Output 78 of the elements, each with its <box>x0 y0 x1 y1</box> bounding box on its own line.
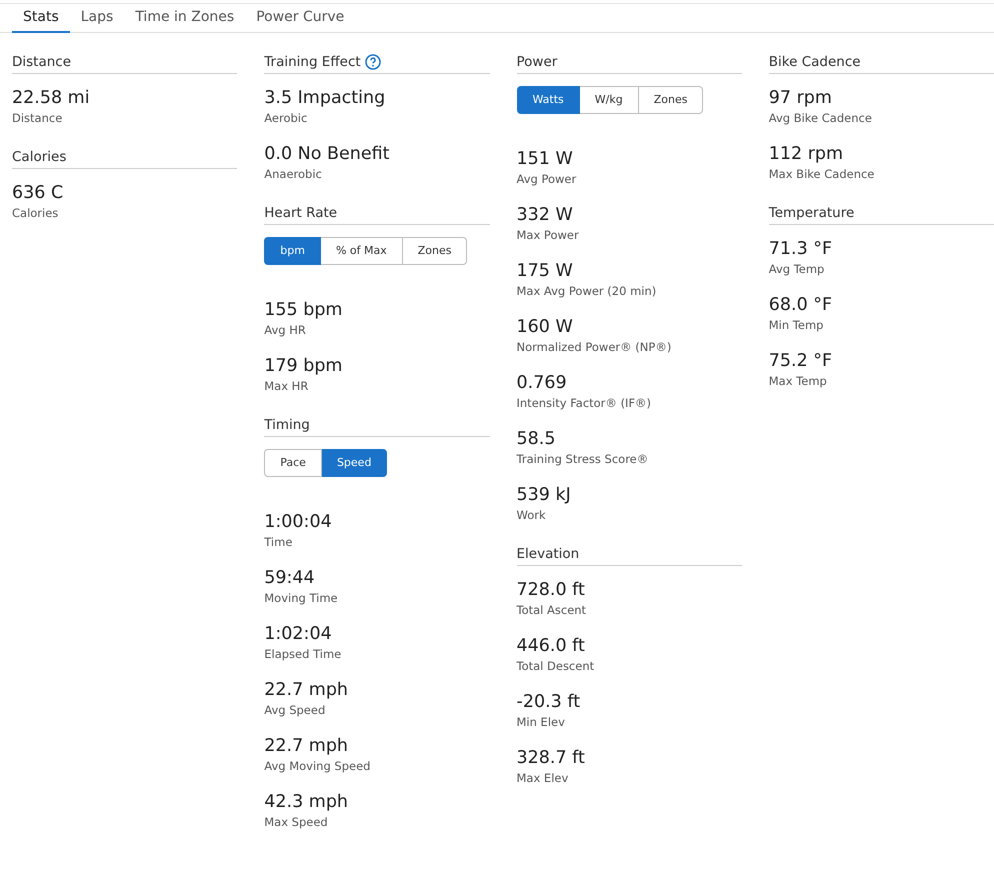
stat-value: 42.3 mph <box>264 791 348 814</box>
stat-label: Avg Temp <box>768 261 824 277</box>
stat-value: 97 rpm <box>768 87 832 110</box>
stat-label: Avg Speed <box>264 702 326 718</box>
stat-value: 179 bpm <box>264 355 342 378</box>
stat-label: Intensity Factor® (IF®) <box>516 395 652 411</box>
stat-value: 160 W <box>516 316 573 339</box>
stat-label: Avg Bike Cadence <box>768 110 872 126</box>
stat-label: Max Elev <box>516 770 568 786</box>
stat-label: Moving Time <box>264 590 338 606</box>
stat-label: Distance <box>12 110 62 126</box>
section-heading: Timing <box>264 416 310 434</box>
stat-value: 75.2 °F <box>768 350 832 373</box>
toggle-button[interactable]: bpm <box>264 237 321 265</box>
stat-label: Max Bike Cadence <box>768 166 874 182</box>
toggle-button[interactable]: Pace <box>264 449 322 477</box>
stat-label: Avg Moving Speed <box>264 758 370 774</box>
help-icon[interactable] <box>364 54 381 70</box>
tab[interactable]: Power Curve <box>245 4 356 33</box>
stat-label: Normalized Power® (NP®) <box>516 339 672 355</box>
stat-value: 71.3 °F <box>768 238 832 261</box>
stat-value: 59:44 <box>264 567 315 590</box>
section-heading: Training Effect <box>264 53 361 71</box>
stat-label: Elapsed Time <box>264 646 342 662</box>
stat-label: Total Ascent <box>516 602 586 618</box>
stat-value: 328.7 ft <box>516 747 585 770</box>
stat-label: Min Elev <box>516 714 565 730</box>
stat-value: 112 rpm <box>768 143 844 166</box>
stat-value: 3.5 Impacting <box>264 87 386 110</box>
stat-label: Max HR <box>264 378 308 394</box>
stat-value: 155 bpm <box>264 299 342 322</box>
stat-label: Avg HR <box>264 322 306 338</box>
stat-label: Max Speed <box>264 814 328 830</box>
stat-value: 446.0 ft <box>516 635 585 658</box>
stat-label: Training Stress Score® <box>516 451 648 467</box>
stat-value: 0.0 No Benefit <box>264 143 390 166</box>
stat-value: 151 W <box>516 148 573 171</box>
section-heading: Calories <box>12 148 66 166</box>
stat-label: Avg Power <box>516 171 576 187</box>
section-heading: Distance <box>12 53 72 71</box>
toggle-button[interactable]: % of Max <box>320 237 403 265</box>
section-heading: Temperature <box>768 204 854 222</box>
stat-value: 58.5 <box>516 428 556 451</box>
section-heading: Bike Cadence <box>768 53 861 71</box>
toggle-button[interactable]: Zones <box>638 86 704 114</box>
tab[interactable]: Time in Zones <box>124 4 246 33</box>
stat-value: 539 kJ <box>516 484 571 507</box>
stat-label: Max Temp <box>768 373 827 389</box>
stat-label: Total Descent <box>516 658 594 674</box>
stat-label: Aerobic <box>264 110 308 126</box>
stat-value: 332 W <box>516 204 573 227</box>
stat-value: 22.58 mi <box>12 87 90 110</box>
stat-label: Max Avg Power (20 min) <box>516 283 656 299</box>
toggle-button[interactable]: W/kg <box>580 86 639 114</box>
stat-label: Work <box>516 507 546 523</box>
stat-value: 22.7 mph <box>264 679 348 702</box>
stat-label: Min Temp <box>768 317 824 333</box>
stat-value: 175 W <box>516 260 573 283</box>
stat-value: 22.7 mph <box>264 735 348 758</box>
stat-value: 1:02:04 <box>264 623 332 646</box>
stat-value: 68.0 °F <box>768 294 832 317</box>
section-heading: Power <box>516 53 558 71</box>
stat-label: Anaerobic <box>264 166 322 182</box>
section-heading: Heart Rate <box>264 204 338 222</box>
toggle-button[interactable]: Zones <box>402 237 468 265</box>
stat-value: -20.3 ft <box>516 691 580 714</box>
tab[interactable]: Laps <box>70 4 124 33</box>
stat-value: 728.0 ft <box>516 579 585 602</box>
stat-value: 636 C <box>12 182 64 205</box>
stat-label: Calories <box>12 205 58 221</box>
toggle-button[interactable]: Speed <box>322 449 388 477</box>
stat-label: Max Power <box>516 227 579 243</box>
stat-value: 1:00:04 <box>264 511 332 534</box>
stat-value: 0.769 <box>516 372 567 395</box>
tab[interactable]: Stats <box>12 4 70 33</box>
section-heading: Elevation <box>516 545 580 563</box>
stat-label: Time <box>264 534 292 550</box>
toggle-button[interactable]: Watts <box>516 86 580 114</box>
